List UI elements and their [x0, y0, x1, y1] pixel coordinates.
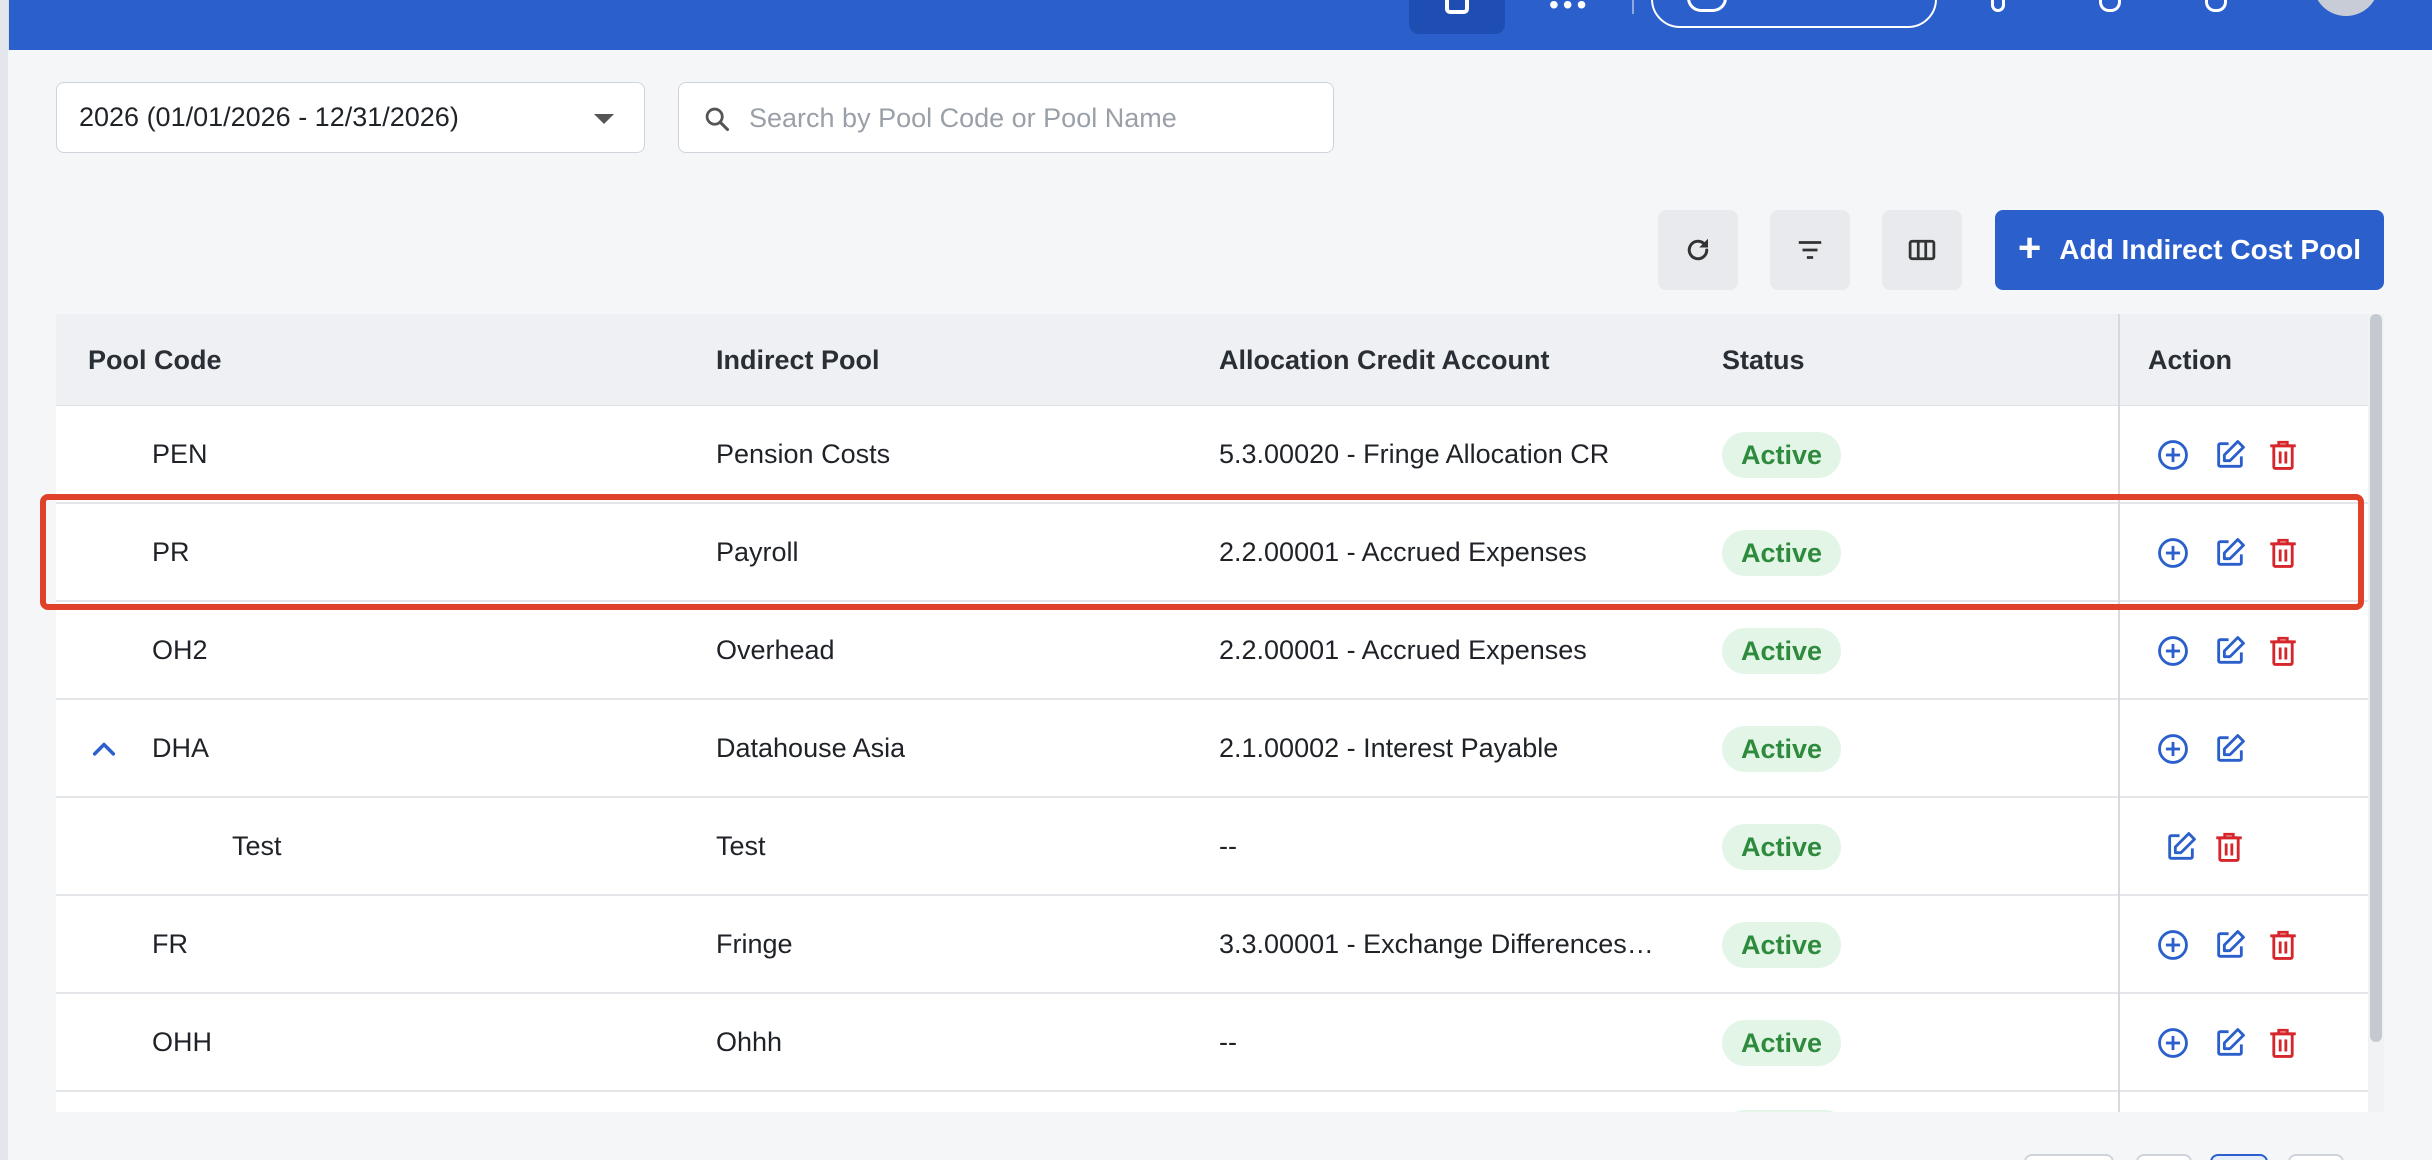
caret-down-icon [594, 114, 614, 124]
status-badge: Active [1722, 530, 1842, 576]
fiscal-year-select[interactable]: 2026 (01/01/2026 - 12/31/2026) [56, 82, 645, 153]
page-size-select[interactable] [2024, 1154, 2114, 1160]
indirect-pool-cell: Fringe [716, 929, 793, 959]
prev-page-button[interactable] [2136, 1154, 2192, 1160]
pool-code-cell: OHH [152, 1027, 212, 1057]
add-child-icon[interactable] [2156, 438, 2190, 472]
delete-icon[interactable] [2212, 830, 2246, 864]
add-child-icon[interactable] [2156, 928, 2190, 962]
allocation-account-cell: -- [1219, 1027, 1237, 1057]
indirect-pool-cell: Test [716, 831, 766, 861]
header-indirect-pool[interactable]: Indirect Pool [716, 314, 880, 406]
pool-code-cell: PEN [152, 439, 208, 469]
allocation-account-cell: 2.2.00001 - Accrued Expenses [1219, 537, 1587, 567]
current-page-button[interactable] [2210, 1154, 2268, 1160]
table-row[interactable]: DHA Datahouse Asia 2.1.00002 - Interest … [56, 700, 2368, 798]
apps-grid-icon[interactable]: ••• [1549, 0, 1590, 19]
edit-icon[interactable] [2213, 634, 2247, 668]
table-row[interactable]: PR Payroll 2.2.00001 - Accrued Expenses … [56, 504, 2368, 602]
add-child-icon[interactable] [2156, 732, 2190, 766]
edit-icon[interactable] [2213, 732, 2247, 766]
add-child-icon[interactable] [2156, 536, 2190, 570]
chevron-up-icon[interactable] [90, 738, 118, 758]
indirect-pool-table: Pool Code Indirect Pool Allocation Credi… [56, 314, 2384, 1112]
status-badge-partial [1722, 1110, 1848, 1112]
status-badge: Active [1722, 922, 1842, 968]
columns-button[interactable] [1882, 210, 1962, 290]
table-row[interactable]: PEN Pension Costs 5.3.00020 - Fringe All… [56, 406, 2368, 504]
avatar[interactable] [2313, 0, 2379, 16]
pool-code-cell: PR [152, 537, 190, 567]
header-status[interactable]: Status [1722, 314, 1805, 406]
table-row[interactable]: OH2 Overhead 2.2.00001 - Accrued Expense… [56, 602, 2368, 700]
edit-icon[interactable] [2213, 536, 2247, 570]
indirect-pool-cell: Payroll [716, 537, 799, 567]
edit-icon[interactable] [2164, 830, 2198, 864]
delete-icon[interactable] [2266, 536, 2300, 570]
status-badge: Active [1722, 824, 1842, 870]
fiscal-year-value: 2026 (01/01/2026 - 12/31/2026) [79, 102, 459, 132]
search-box[interactable] [678, 82, 1334, 153]
allocation-account-cell: 5.3.00020 - Fringe Allocation CR [1219, 439, 1610, 469]
status-badge: Active [1722, 432, 1842, 478]
add-child-icon[interactable] [2156, 1026, 2190, 1060]
header-pool-code[interactable]: Pool Code [88, 314, 222, 406]
search-input[interactable] [749, 97, 1309, 139]
home-icon [1445, 0, 1469, 14]
next-page-button[interactable] [2288, 1154, 2344, 1160]
left-edge [0, 0, 8, 1160]
indirect-pool-cell: Datahouse Asia [716, 733, 906, 763]
edit-icon[interactable] [2213, 928, 2247, 962]
add-button-label: Add Indirect Cost Pool [2059, 234, 2362, 265]
allocation-account-cell: -- [1219, 831, 1237, 861]
pool-code-cell: FR [152, 929, 188, 959]
status-badge: Active [1722, 1020, 1842, 1066]
company-icon [1687, 0, 1727, 12]
chat-icon[interactable] [2205, 0, 2227, 12]
notification-icon[interactable] [1991, 0, 2005, 12]
indirect-pool-cell: Pension Costs [716, 439, 891, 469]
indirect-pool-cell: Overhead [716, 635, 835, 665]
plus-icon: + [2017, 226, 2042, 270]
top-app-bar: ••• [8, 0, 2432, 50]
nav-active-item[interactable] [1409, 0, 1505, 34]
table-scrollbar-thumb[interactable] [2370, 314, 2382, 1042]
filter-icon [1798, 241, 1822, 259]
refresh-icon [1687, 238, 1709, 261]
indirect-pool-cell: Ohhh [716, 1027, 783, 1057]
delete-icon[interactable] [2266, 928, 2300, 962]
refresh-button[interactable] [1658, 210, 1738, 290]
topbar-divider [1632, 0, 1634, 14]
table-row[interactable] [56, 1092, 2368, 1112]
pool-code-cell: OH2 [152, 635, 208, 665]
status-badge: Active [1722, 726, 1842, 772]
header-action: Action [2148, 345, 2232, 375]
company-switcher-button[interactable] [1651, 0, 1937, 28]
allocation-account-cell: 2.2.00001 - Accrued Expenses [1219, 635, 1587, 665]
allocation-account-cell: 2.1.00002 - Interest Payable [1219, 733, 1559, 763]
allocation-account-cell: 3.3.00001 - Exchange Differences… [1219, 929, 1654, 959]
table-row[interactable]: OHH Ohhh -- Active [56, 994, 2368, 1092]
add-indirect-cost-pool-button[interactable]: + Add Indirect Cost Pool [1995, 210, 2384, 290]
action-column-divider [2118, 314, 2120, 1112]
delete-icon[interactable] [2266, 634, 2300, 668]
status-badge: Active [1722, 628, 1842, 674]
pool-code-cell: Test [232, 831, 282, 861]
table-row[interactable]: Test Test -- Active [56, 798, 2368, 896]
edit-icon[interactable] [2213, 1026, 2247, 1060]
table-header: Pool Code Indirect Pool Allocation Credi… [56, 314, 2368, 406]
header-allocation-credit-account[interactable]: Allocation Credit Account [1219, 314, 1550, 406]
edit-icon[interactable] [2213, 438, 2247, 472]
filter-button[interactable] [1770, 210, 1850, 290]
pool-code-cell: DHA [152, 733, 210, 763]
columns-icon [1908, 239, 1936, 261]
delete-icon[interactable] [2266, 1026, 2300, 1060]
search-icon [705, 107, 730, 132]
add-child-icon[interactable] [2156, 634, 2190, 668]
delete-icon[interactable] [2266, 438, 2300, 472]
help-icon[interactable] [2099, 0, 2121, 12]
table-row[interactable]: FR Fringe 3.3.00001 - Exchange Differenc… [56, 896, 2368, 994]
